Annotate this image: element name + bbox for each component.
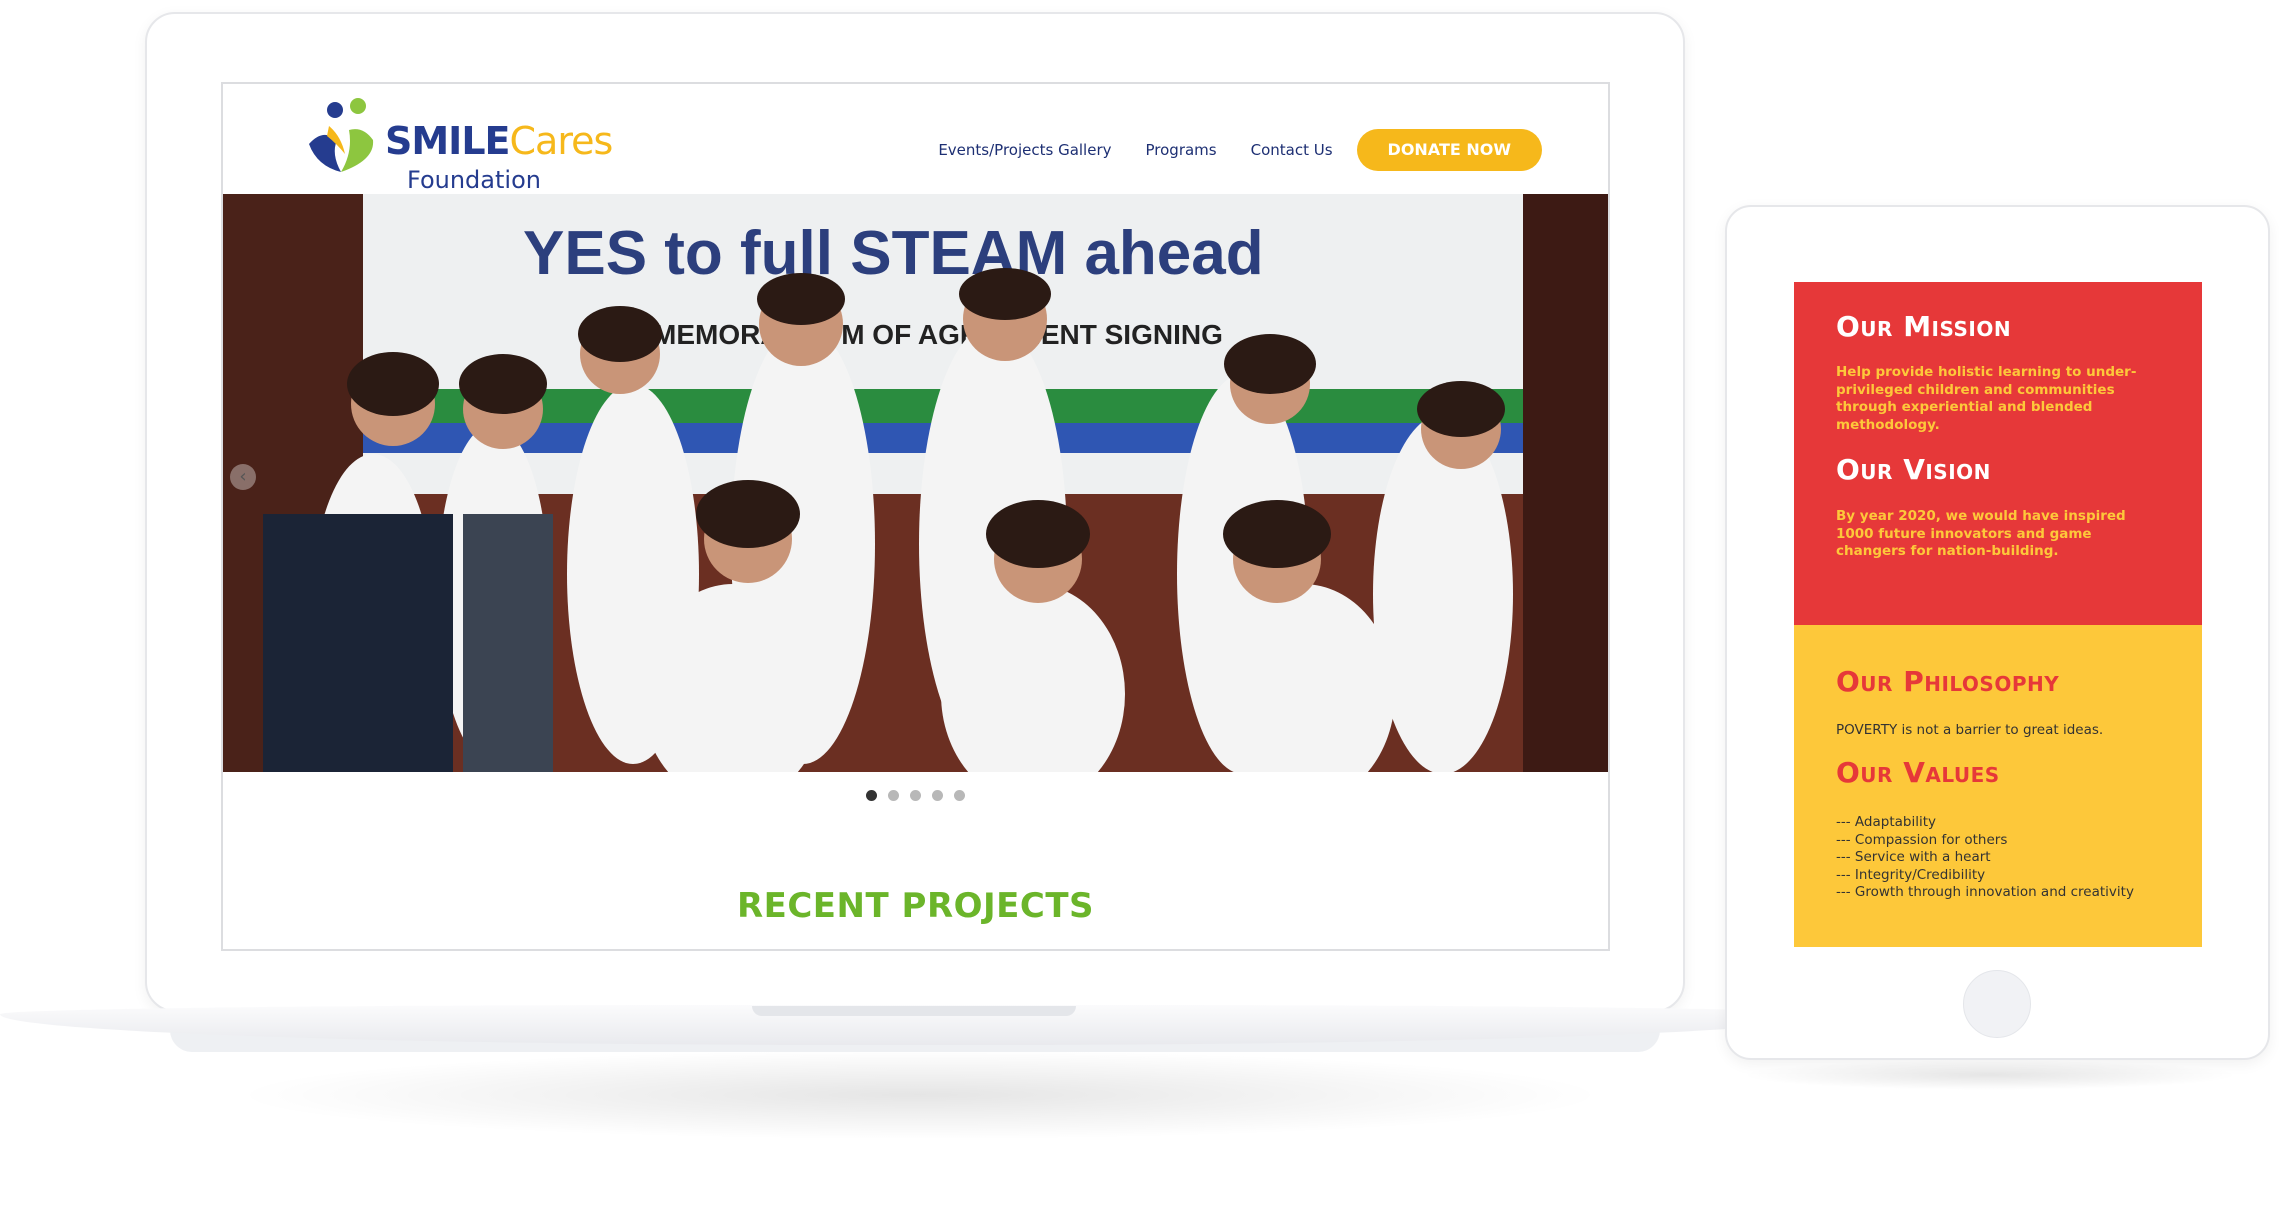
slider-dot-5[interactable]	[954, 790, 965, 801]
philosophy-values-panel: Our Philosophy POVERTY is not a barrier …	[1794, 625, 2202, 947]
site-logo[interactable]: SMILECares Foundation	[301, 96, 614, 194]
nav-events-gallery[interactable]: Events/Projects Gallery	[938, 141, 1111, 159]
chevron-left-icon[interactable]: ‹	[230, 464, 256, 490]
slider-dot-4[interactable]	[932, 790, 943, 801]
banner-line-1: YES to full STEAM ahead	[523, 219, 1264, 288]
hero-slider[interactable]: YES to full STEAM ahead MEMORANDUM OF AG…	[223, 194, 1608, 772]
hero-photo: YES to full STEAM ahead MEMORANDUM OF AG…	[223, 194, 1608, 772]
nav-programs[interactable]: Programs	[1146, 141, 1217, 159]
logo-heart-icon	[309, 98, 374, 172]
laptop-screen: SMILECares Foundation Events/Projects Ga…	[221, 82, 1610, 951]
values-title: Our Values	[1836, 756, 2000, 789]
values-item: --- Compassion for others	[1836, 831, 2008, 848]
slider-dot-1[interactable]	[866, 790, 877, 801]
mission-title: Our Mission	[1836, 310, 2012, 343]
slider-dot-2[interactable]	[888, 790, 899, 801]
values-list: --- Adaptability --- Compassion for othe…	[1836, 814, 2166, 902]
laptop-shadow	[230, 1050, 1610, 1140]
tablet-screen: Our Mission Help provide holistic learni…	[1794, 282, 2202, 947]
slider-dot-3[interactable]	[910, 790, 921, 801]
main-nav: Events/Projects Gallery Programs Contact…	[904, 129, 1542, 171]
donate-now-button[interactable]: DONATE NOW	[1356, 129, 1542, 171]
philosophy-title: Our Philosophy	[1836, 665, 2060, 698]
logo-wordmark: SMILECares	[385, 119, 614, 163]
logo-cares-text: Cares	[509, 119, 614, 163]
nav-contact-us[interactable]: Contact Us	[1251, 141, 1333, 159]
device-mockup-stage: SMILECares Foundation Events/Projects Ga…	[0, 0, 2279, 1225]
philosophy-text: POVERTY is not a barrier to great ideas.	[1836, 722, 2104, 738]
mission-text: Help provide holistic learning to under-…	[1836, 364, 2137, 433]
slider-dots	[223, 790, 1608, 801]
recent-projects-heading: RECENT PROJECTS	[736, 886, 1095, 926]
laptop-notch	[752, 1006, 1076, 1016]
logo-foundation-text: Foundation	[407, 166, 541, 194]
values-item: --- Growth through innovation and creati…	[1836, 884, 2134, 900]
values-item: --- Integrity/Credibility	[1836, 866, 1986, 883]
tablet-shadow	[1740, 1060, 2240, 1090]
banner-line-2: MEMORANDUM OF AGREEMENT SIGNING	[653, 319, 1223, 350]
vision-title: Our Vision	[1836, 453, 1991, 486]
tablet-home-button[interactable]	[1963, 970, 2031, 1038]
mission-vision-panel: Our Mission Help provide holistic learni…	[1794, 282, 2202, 625]
vision-text: By year 2020, we would have inspired 100…	[1836, 508, 2126, 559]
logo-smile-text: SMILE	[385, 119, 510, 163]
values-item: --- Service with a heart	[1836, 849, 1991, 865]
site-header: SMILECares Foundation Events/Projects Ga…	[223, 84, 1608, 194]
values-item: --- Adaptability	[1836, 814, 1936, 830]
